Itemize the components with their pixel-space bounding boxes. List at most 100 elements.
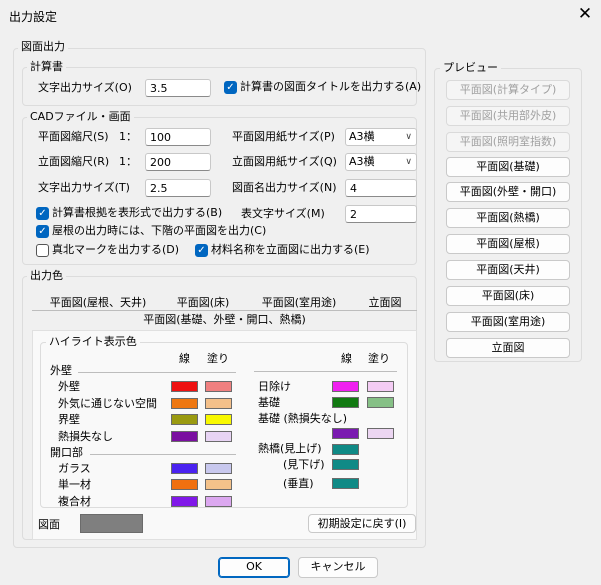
highlight-group-label: ハイライト表示色 — [46, 335, 140, 349]
bridge-down-line-swatch[interactable] — [332, 459, 359, 470]
glass-fill-swatch[interactable] — [205, 463, 232, 474]
section-wall-rule — [78, 372, 236, 373]
calc-group-label: 計算書 — [27, 60, 66, 74]
north-mark-checkbox[interactable]: 真北マークを出力する(D) — [36, 243, 179, 257]
foundation-no-loss-label: 基礎 (熱損失なし) — [258, 412, 348, 425]
wall-line-swatch[interactable] — [171, 381, 198, 392]
chevron-down-icon: ∨ — [405, 132, 412, 142]
material-name-checkbox-label: 材料名称を立面図に出力する(E) — [211, 243, 370, 256]
single-material-fill-swatch[interactable] — [205, 479, 232, 490]
plan-scale-input[interactable] — [145, 128, 211, 146]
drawing-name-size-input[interactable] — [345, 179, 417, 197]
plan-paper-value: A3横 — [349, 130, 375, 143]
check-icon: ✓ — [36, 206, 49, 220]
tab-row-divider — [32, 310, 417, 311]
calc-title-checkbox-label: 計算書の図面タイトルを出力する(A) — [240, 80, 422, 93]
elev-scale-input[interactable] — [145, 153, 211, 171]
table-text-size-input[interactable] — [345, 205, 417, 223]
check-icon: ✓ — [36, 224, 49, 238]
tab-plan-floor[interactable]: 平面図(床) — [163, 296, 243, 310]
preview-button-4[interactable]: 平面図(外壁・開口) — [446, 182, 570, 202]
plan-paper-select[interactable]: A3横 ∨ — [345, 128, 417, 146]
preview-button-2[interactable]: 平面図(照明室指数) — [446, 132, 570, 152]
boundary-fill-swatch[interactable] — [205, 414, 232, 425]
elev-scale-prefix: 1： — [119, 155, 137, 168]
preview-button-9[interactable]: 平面図(室用途) — [446, 312, 570, 332]
calc-text-size-label: 文字出力サイズ(O) — [38, 81, 132, 94]
table-basis-checkbox-label: 計算書根拠を表形式で出力する(B) — [52, 206, 223, 219]
bridge-up-label: 熱橋(見上げ) — [258, 442, 322, 455]
shade-fill-swatch[interactable] — [367, 381, 394, 392]
bridge-down-label: (見下げ) — [283, 458, 325, 471]
wall-label: 外壁 — [58, 380, 80, 393]
calc-title-checkbox[interactable]: ✓ 計算書の図面タイトルを出力する(A) — [224, 80, 421, 94]
preview-group-label: プレビュー — [440, 61, 501, 75]
bridge-vertical-line-swatch[interactable] — [332, 478, 359, 489]
single-material-label: 単一材 — [58, 478, 91, 491]
single-material-line-swatch[interactable] — [171, 479, 198, 490]
tab-plan-roof-ceiling[interactable]: 平面図(屋根、天井) — [37, 296, 159, 310]
right-col-fill-header: 塗り — [368, 352, 390, 365]
north-mark-checkbox-label: 真北マークを出力する(D) — [52, 243, 180, 256]
cad-text-size-label: 文字出力サイズ(T) — [38, 181, 130, 194]
left-col-line-header: 線 — [179, 352, 190, 365]
calc-text-size-input[interactable] — [145, 79, 211, 97]
window-title: 出力設定 — [9, 10, 58, 24]
composite-material-fill-swatch[interactable] — [205, 496, 232, 507]
glass-label: ガラス — [58, 462, 91, 475]
chevron-down-icon: ∨ — [405, 157, 412, 167]
preview-button-3[interactable]: 平面図(基礎) — [446, 157, 570, 177]
drawing-color-label: 図面 — [38, 518, 60, 531]
bridge-vertical-label: (垂直) — [283, 477, 314, 490]
roof-lower-floor-checkbox[interactable]: ✓ 屋根の出力時には、下階の平面図を出力(C) — [36, 224, 266, 238]
close-icon[interactable]: ✕ — [574, 3, 596, 25]
foundation-line-swatch[interactable] — [332, 397, 359, 408]
right-col-line-header: 線 — [341, 352, 352, 365]
non-outside-line-swatch[interactable] — [171, 398, 198, 409]
cad-text-size-input[interactable] — [145, 179, 211, 197]
tab-elevation[interactable]: 立面図 — [355, 296, 415, 310]
foundation-fill-swatch[interactable] — [367, 397, 394, 408]
section-wall-label: 外壁 — [50, 364, 72, 377]
preview-button-5[interactable]: 平面図(熱橋) — [446, 208, 570, 228]
preview-button-1[interactable]: 平面図(共用部外皮) — [446, 106, 570, 126]
no-heat-loss-fill-swatch[interactable] — [205, 431, 232, 442]
elev-paper-select[interactable]: A3横 ∨ — [345, 153, 417, 171]
preview-button-7[interactable]: 平面図(天井) — [446, 260, 570, 280]
material-name-checkbox[interactable]: ✓ 材料名称を立面図に出力する(E) — [195, 243, 370, 257]
reset-defaults-button[interactable]: 初期設定に戻す(I) — [308, 514, 416, 533]
tab-plan-room-use[interactable]: 平面図(室用途) — [246, 296, 352, 310]
preview-button-8[interactable]: 平面図(床) — [446, 286, 570, 306]
plan-scale-prefix: 1： — [119, 130, 137, 143]
cad-group-label: CADファイル・画面 — [27, 110, 134, 124]
non-outside-space-label: 外気に通じない空間 — [58, 397, 157, 410]
boundary-line-swatch[interactable] — [171, 414, 198, 425]
elev-paper-value: A3横 — [349, 155, 375, 168]
no-heat-loss-line-swatch[interactable] — [171, 431, 198, 442]
ok-button[interactable]: OK — [218, 557, 290, 578]
preview-button-0[interactable]: 平面図(計算タイプ) — [446, 80, 570, 100]
tab-plan-foundation-wall-bridge[interactable]: 平面図(基礎、外壁・開口、熱橋) — [32, 312, 417, 327]
table-basis-checkbox[interactable]: ✓ 計算書根拠を表形式で出力する(B) — [36, 206, 222, 220]
preview-button-10[interactable]: 立面図 — [446, 338, 570, 358]
composite-material-line-swatch[interactable] — [171, 496, 198, 507]
left-col-fill-header: 塗り — [207, 352, 229, 365]
elev-scale-label: 立面図縮尺(R) — [38, 155, 110, 168]
shade-line-swatch[interactable] — [332, 381, 359, 392]
plan-paper-label: 平面図用紙サイズ(P) — [232, 130, 335, 143]
right-column-rule — [254, 371, 397, 372]
bridge-up-line-swatch[interactable] — [332, 444, 359, 455]
elev-paper-label: 立面図用紙サイズ(Q) — [232, 155, 337, 168]
glass-line-swatch[interactable] — [171, 463, 198, 474]
wall-fill-swatch[interactable] — [205, 381, 232, 392]
roof-lower-floor-checkbox-label: 屋根の出力時には、下階の平面図を出力(C) — [52, 224, 267, 237]
cancel-button[interactable]: キャンセル — [298, 557, 378, 578]
section-opening-label: 開口部 — [50, 446, 83, 459]
non-outside-fill-swatch[interactable] — [205, 398, 232, 409]
drawing-color-swatch[interactable] — [80, 514, 143, 533]
section-opening-rule — [90, 454, 236, 455]
checkbox-box — [36, 243, 49, 257]
preview-button-6[interactable]: 平面図(屋根) — [446, 234, 570, 254]
foundation-no-loss-line-swatch[interactable] — [332, 428, 359, 439]
foundation-no-loss-fill-swatch[interactable] — [367, 428, 394, 439]
